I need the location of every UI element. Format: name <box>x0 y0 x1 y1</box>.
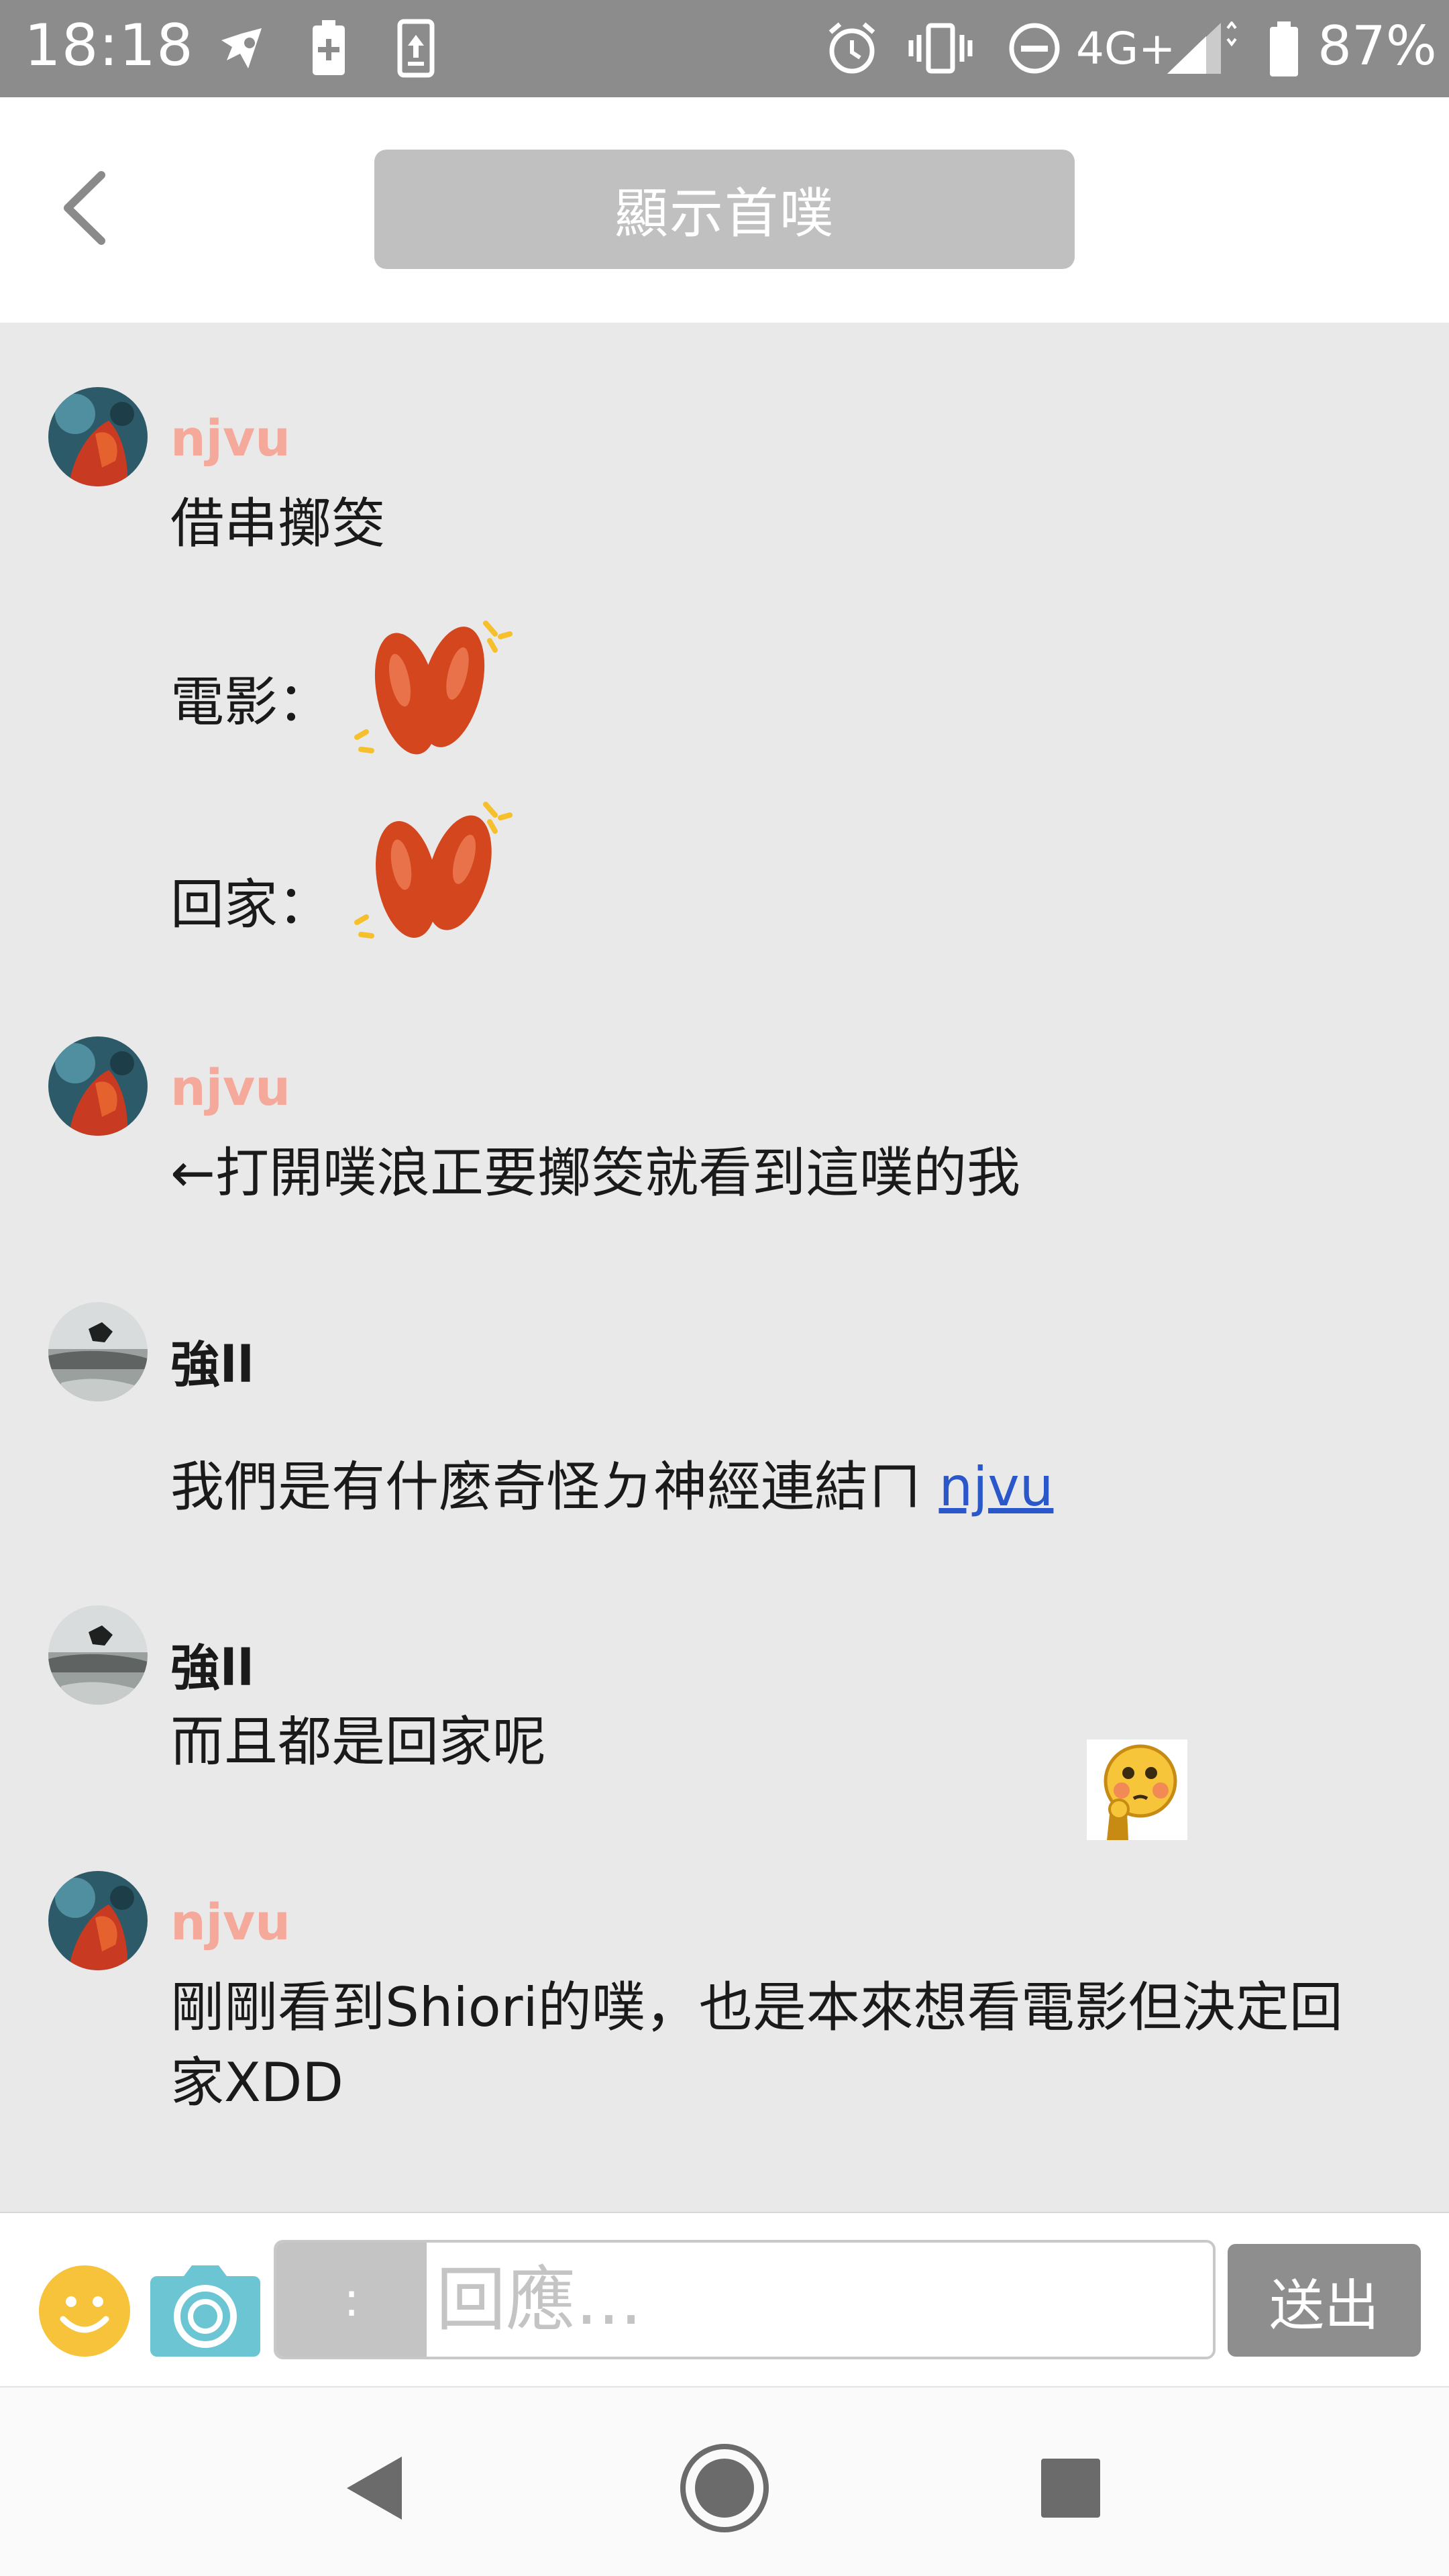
back-button[interactable] <box>47 164 121 252</box>
alarm-icon <box>821 19 883 78</box>
status-time: 18:18 <box>24 12 194 79</box>
smiley-icon <box>40 2267 129 2355</box>
chevron-left-icon <box>64 171 105 245</box>
avatar[interactable] <box>48 1605 148 1705</box>
nav-recents-button[interactable] <box>1017 2434 1124 2542</box>
nav-back-button[interactable] <box>322 2434 429 2542</box>
camera-icon <box>150 2265 260 2357</box>
battery-charge-icon <box>307 19 350 78</box>
network-type: 4G+ <box>1076 23 1176 74</box>
plurk-header: 顯示首噗 <box>0 97 1449 323</box>
response-text: ←打開噗浪正要擲筊就看到這噗的我 <box>170 1142 1021 1204</box>
qualifier-selector[interactable]: : <box>276 2243 427 2357</box>
username[interactable]: 強ll <box>170 1325 254 1397</box>
home-circle-icon <box>680 2444 769 2532</box>
reply-input[interactable] <box>431 2243 1209 2357</box>
jiaobei-emoticon <box>352 616 513 764</box>
response-text: 借串擲筊 <box>170 492 385 555</box>
response-text-body: 我們是有什麼奇怪ㄉ神經連結ㄇ <box>170 1456 922 1518</box>
battery-percent: 87% <box>1318 15 1437 77</box>
avatar[interactable] <box>48 1871 148 1970</box>
username[interactable]: njvu <box>170 1894 290 1951</box>
recents-square-icon <box>1041 2459 1100 2518</box>
signal-icon <box>1165 19 1238 78</box>
avatar[interactable] <box>48 387 148 486</box>
system-nav-bar <box>0 2386 1449 2576</box>
send-button[interactable]: 送出 <box>1228 2244 1421 2357</box>
avatar[interactable] <box>48 1036 148 1136</box>
back-triangle-icon <box>347 2457 402 2520</box>
notification-icon <box>212 19 274 78</box>
status-bar: 18:18 4G+ 87% <box>0 0 1449 97</box>
vibrate-icon <box>907 19 974 78</box>
reply-bar: : 送出 <box>0 2212 1449 2386</box>
reply-field: : <box>274 2240 1216 2359</box>
emoji-button[interactable] <box>39 2265 130 2357</box>
jiaobei-emoticon <box>352 798 513 945</box>
avatar[interactable] <box>48 1302 148 1401</box>
upload-icon <box>394 19 437 78</box>
username[interactable]: njvu <box>170 410 290 468</box>
response-text: 家XDD <box>170 2051 344 2114</box>
do-not-disturb-icon <box>1005 19 1064 78</box>
response-text: 而且都是回家呢 <box>170 1711 546 1773</box>
nav-home-button[interactable] <box>671 2434 778 2542</box>
show-first-plurk-button[interactable]: 顯示首噗 <box>374 150 1075 269</box>
response-text: 剛剛看到Shiori的噗，也是本來想看電影但決定回 <box>170 1976 1343 2039</box>
username[interactable]: njvu <box>170 1059 290 1117</box>
battery-icon <box>1265 19 1303 78</box>
username[interactable]: 強ll <box>170 1628 254 1700</box>
camera-button[interactable] <box>149 2263 262 2357</box>
response-text: 我們是有什麼奇怪ㄉ神經連結ㄇ njvu <box>170 1450 1405 1525</box>
mention-link[interactable]: njvu <box>938 1456 1053 1518</box>
response-list: njvu 借串擲筊 電影： 回家： njvu ←打開噗浪正要擲筊就看到這噗的我 … <box>0 323 1449 2212</box>
